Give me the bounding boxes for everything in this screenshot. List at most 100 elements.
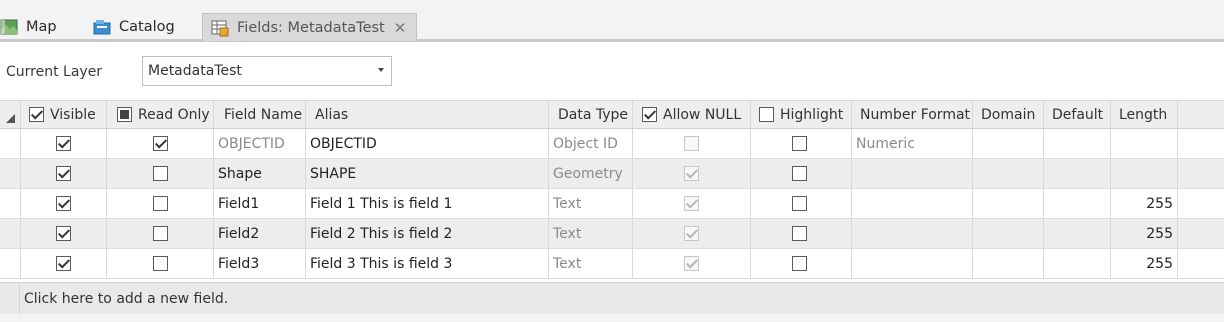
column-header-visible[interactable]: Visible [21, 101, 107, 128]
cell-length[interactable] [1111, 159, 1178, 188]
highlight-checkbox[interactable] [792, 196, 807, 211]
read-only-checkbox[interactable] [153, 196, 168, 211]
cell-highlight[interactable] [751, 249, 852, 278]
cell-length[interactable]: 255 [1111, 219, 1178, 248]
cell-alias[interactable]: Field 3 This is field 3 [306, 249, 549, 278]
cell-alias[interactable]: OBJECTID [306, 129, 549, 158]
visible-checkbox[interactable] [56, 196, 71, 211]
cell-data-type[interactable]: Object ID [549, 129, 633, 158]
cell-alias[interactable]: Field 1 This is field 1 [306, 189, 549, 218]
cell-read-only[interactable] [107, 129, 214, 158]
cell-visible[interactable] [21, 219, 107, 248]
column-header-field-name[interactable]: Field Name [214, 101, 306, 128]
table-row[interactable]: OBJECTID OBJECTID Object ID Numeric [0, 129, 1224, 159]
cell-highlight[interactable] [751, 129, 852, 158]
cell-domain[interactable] [973, 249, 1044, 278]
cell-number-format[interactable]: Numeric [852, 129, 973, 158]
cell-visible[interactable] [21, 249, 107, 278]
cell-visible[interactable] [21, 129, 107, 158]
column-header-allow-null[interactable]: Allow NULL [633, 101, 751, 128]
cell-allow-null[interactable] [633, 129, 751, 158]
cell-visible[interactable] [21, 189, 107, 218]
cell-alias[interactable]: Field 2 This is field 2 [306, 219, 549, 248]
cell-visible[interactable] [21, 159, 107, 188]
cell-number-format[interactable] [852, 219, 973, 248]
visible-checkbox[interactable] [56, 256, 71, 271]
cell-number-format[interactable] [852, 189, 973, 218]
tab-map[interactable]: Map [0, 13, 57, 41]
cell-read-only[interactable] [107, 219, 214, 248]
cell-allow-null[interactable] [633, 159, 751, 188]
column-header-domain[interactable]: Domain [973, 101, 1044, 128]
column-header-data-type[interactable]: Data Type [549, 101, 633, 128]
visible-checkbox[interactable] [56, 166, 71, 181]
column-header-read-only[interactable]: Read Only [107, 101, 214, 128]
cell-read-only[interactable] [107, 189, 214, 218]
fields-table-icon [211, 19, 229, 37]
highlight-checkbox[interactable] [792, 256, 807, 271]
cell-field-name[interactable]: Shape [214, 159, 306, 188]
cell-default[interactable] [1044, 129, 1111, 158]
table-row[interactable]: Field2 Field 2 This is field 2 Text 255 [0, 219, 1224, 249]
read-only-all-checkbox[interactable] [117, 107, 132, 122]
read-only-checkbox[interactable] [153, 256, 168, 271]
cell-highlight[interactable] [751, 189, 852, 218]
cell-domain[interactable] [973, 219, 1044, 248]
cell-domain[interactable] [973, 129, 1044, 158]
cell-read-only[interactable] [107, 159, 214, 188]
cell-allow-null[interactable] [633, 219, 751, 248]
read-only-checkbox[interactable] [153, 226, 168, 241]
cell-data-type[interactable]: Text [549, 249, 633, 278]
highlight-checkbox[interactable] [792, 226, 807, 241]
select-all-corner[interactable] [0, 101, 21, 128]
cell-read-only[interactable] [107, 249, 214, 278]
visible-checkbox[interactable] [56, 226, 71, 241]
highlight-checkbox[interactable] [792, 136, 807, 151]
column-header-number-format[interactable]: Number Format [852, 101, 973, 128]
cell-field-name[interactable]: Field3 [214, 249, 306, 278]
cell-length[interactable]: 255 [1111, 189, 1178, 218]
table-row[interactable]: Field3 Field 3 This is field 3 Text 255 [0, 249, 1224, 279]
table-row[interactable]: Field1 Field 1 This is field 1 Text 255 [0, 189, 1224, 219]
cell-default[interactable] [1044, 219, 1111, 248]
column-header-default[interactable]: Default [1044, 101, 1111, 128]
read-only-checkbox[interactable] [153, 136, 168, 151]
cell-default[interactable] [1044, 249, 1111, 278]
tab-catalog[interactable]: Catalog [93, 13, 175, 41]
cell-number-format[interactable] [852, 249, 973, 278]
column-header-highlight[interactable]: Highlight [751, 101, 852, 128]
cell-field-name[interactable]: OBJECTID [214, 129, 306, 158]
read-only-checkbox[interactable] [153, 166, 168, 181]
cell-domain[interactable] [973, 159, 1044, 188]
visible-checkbox[interactable] [56, 136, 71, 151]
cell-allow-null[interactable] [633, 249, 751, 278]
highlight-all-checkbox[interactable] [759, 107, 774, 122]
data-type-value: Text [553, 255, 582, 272]
table-row[interactable]: Shape SHAPE Geometry [0, 159, 1224, 189]
cell-length[interactable] [1111, 129, 1178, 158]
tab-fields-metadatatest[interactable]: Fields: MetadataTest ✕ [202, 13, 418, 41]
cell-default[interactable] [1044, 159, 1111, 188]
cell-highlight[interactable] [751, 219, 852, 248]
allow-null-all-checkbox[interactable] [642, 107, 657, 122]
add-new-field-link[interactable]: Click here to add a new field. [24, 291, 228, 307]
column-header-alias[interactable]: Alias [306, 101, 549, 128]
cell-highlight[interactable] [751, 159, 852, 188]
cell-number-format[interactable] [852, 159, 973, 188]
add-field-row[interactable]: Click here to add a new field. [0, 282, 1224, 314]
column-header-length[interactable]: Length [1111, 101, 1178, 128]
cell-data-type[interactable]: Text [549, 189, 633, 218]
cell-allow-null[interactable] [633, 189, 751, 218]
visible-all-checkbox[interactable] [29, 107, 44, 122]
cell-data-type[interactable]: Text [549, 219, 633, 248]
cell-data-type[interactable]: Geometry [549, 159, 633, 188]
close-icon[interactable]: ✕ [394, 19, 407, 37]
highlight-checkbox[interactable] [792, 166, 807, 181]
cell-field-name[interactable]: Field1 [214, 189, 306, 218]
current-layer-dropdown[interactable]: MetadataTest [142, 56, 392, 86]
cell-alias[interactable]: SHAPE [306, 159, 549, 188]
cell-default[interactable] [1044, 189, 1111, 218]
cell-domain[interactable] [973, 189, 1044, 218]
cell-length[interactable]: 255 [1111, 249, 1178, 278]
cell-field-name[interactable]: Field2 [214, 219, 306, 248]
